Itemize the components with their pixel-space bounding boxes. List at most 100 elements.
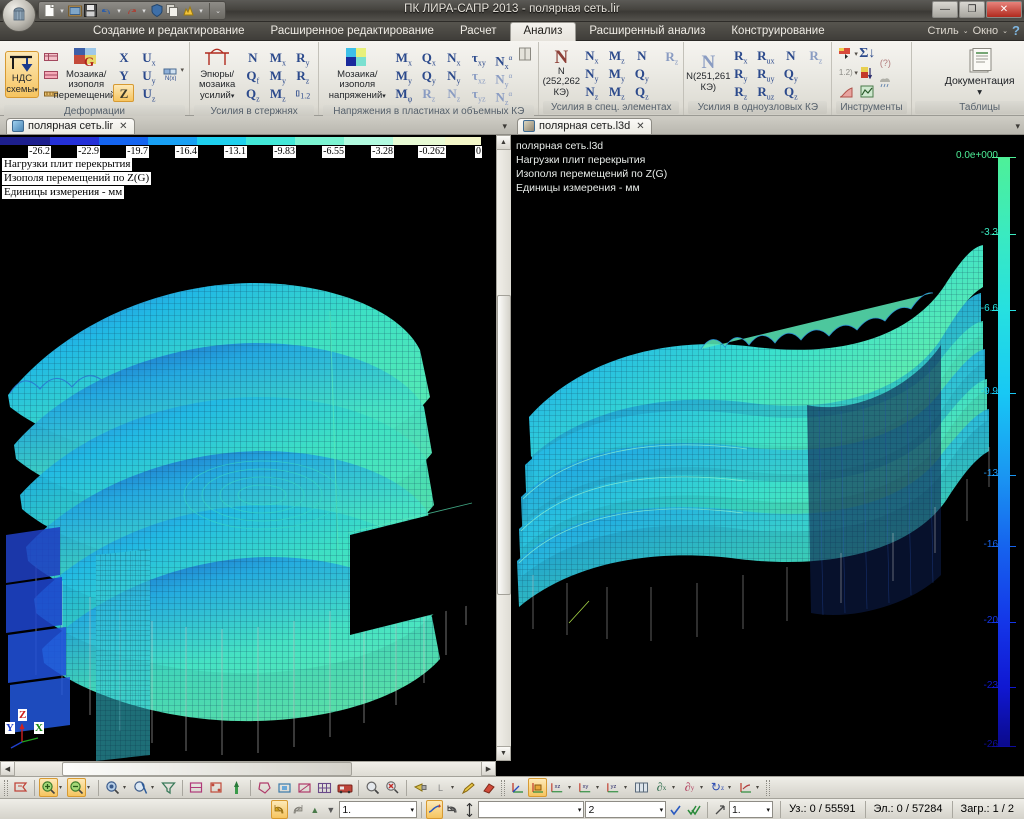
flag-caret-icon[interactable]: ▾ xyxy=(854,50,858,58)
redo-caret-icon[interactable]: ▾ xyxy=(140,7,148,15)
yz-caret-icon[interactable]: ▾ xyxy=(624,784,631,791)
sym-p-My[interactable]: My xyxy=(393,66,414,84)
sym-s-Qy[interactable]: Qy xyxy=(631,64,652,82)
undo-caret-icon[interactable]: ▾ xyxy=(115,7,123,15)
eraser-icon[interactable] xyxy=(479,778,498,797)
sym-p-Mx[interactable]: Mx xyxy=(393,48,414,66)
sym-Ry[interactable]: Ry xyxy=(292,48,313,66)
rotate-x-caret-icon[interactable]: ▾ xyxy=(672,784,679,791)
rotate-y-caret-icon[interactable]: ▾ xyxy=(700,784,707,791)
rotate-free-icon[interactable] xyxy=(736,778,755,797)
polygon-select-icon[interactable] xyxy=(255,778,274,797)
load-combination-combo[interactable]: 2 ▾ xyxy=(585,801,666,818)
close-button[interactable]: ✕ xyxy=(986,1,1022,18)
sym-s-My[interactable]: My xyxy=(606,64,627,82)
sym-Mx[interactable]: Mx xyxy=(267,48,288,66)
xy-caret-icon[interactable]: ▾ xyxy=(596,784,603,791)
doc-menu-caret-icon[interactable]: ▾ xyxy=(502,121,507,132)
toolbar-grip-2[interactable] xyxy=(501,780,505,796)
nx-table-icon[interactable]: N(x) xyxy=(162,66,179,83)
sym-y[interactable]: Y xyxy=(113,66,134,84)
scale-icon[interactable] xyxy=(462,800,477,819)
double-check-icon[interactable] xyxy=(685,800,703,819)
sym-s-Mz2[interactable]: Mz xyxy=(606,82,627,100)
vscroll-thumb[interactable] xyxy=(497,295,511,595)
sym-p-Ny[interactable]: Ny xyxy=(443,66,464,84)
sym-Qz[interactable]: Qz xyxy=(242,84,263,102)
deform-scale-combo[interactable]: ▾ xyxy=(478,801,585,818)
flag-pointer-icon[interactable] xyxy=(837,45,854,62)
sym-o-Ruz[interactable]: Ruz xyxy=(755,82,776,100)
rotate-y-icon[interactable]: ∂y xyxy=(680,778,699,797)
tab-rasshirennoe-redaktirovanie[interactable]: Расширенное редактирование xyxy=(258,23,447,40)
grid-icon[interactable] xyxy=(315,778,334,797)
viewport-lir[interactable]: -26.2 -22.9 -19.7 -16.4 -13.1 xyxy=(0,135,511,776)
plate-book-icon[interactable] xyxy=(517,45,533,62)
minimize-button[interactable]: — xyxy=(932,1,958,18)
single-node-forces-button[interactable]: N N(251,261 КЭ) xyxy=(689,51,727,95)
sym-p-Rz[interactable]: Rz xyxy=(418,84,439,102)
sym-z[interactable]: Z xyxy=(113,84,134,102)
mosaic-stress-button[interactable]: Мозаика/изополя напряжений▾ xyxy=(324,45,390,104)
combo2-caret-icon[interactable]: ▾ xyxy=(578,806,582,814)
sym-uz[interactable]: Uz xyxy=(138,84,159,102)
sym-x[interactable]: X xyxy=(113,48,134,66)
pencil-icon[interactable] xyxy=(459,778,478,797)
scroll-right-button[interactable]: ▶ xyxy=(481,761,496,776)
sigma-icon[interactable]: Σ↓ xyxy=(859,45,876,62)
sym-o-Rx[interactable]: Rx xyxy=(730,46,751,64)
sym-uy[interactable]: Uy xyxy=(138,66,159,84)
new-document-icon[interactable] xyxy=(42,3,57,18)
sym-My[interactable]: My xyxy=(267,66,288,84)
doc-tab-polyarnaya-set-lir[interactable]: полярная сеть.lir ✕ xyxy=(6,118,135,134)
chart-icon[interactable] xyxy=(837,83,854,100)
toolbar-grip[interactable] xyxy=(4,780,8,796)
rotate-z-caret-icon[interactable]: ▾ xyxy=(728,784,735,791)
window-menu[interactable]: Окно xyxy=(973,25,999,37)
maximize-button[interactable]: ❐ xyxy=(959,1,985,18)
redo-icon-loads[interactable] xyxy=(289,800,306,819)
sym-Qf[interactable]: Qf xyxy=(242,66,263,84)
close-icon[interactable]: ✕ xyxy=(119,121,127,132)
viewport-vscrollbar-left[interactable]: ▲ ▼ xyxy=(496,135,511,761)
combo1-caret-icon[interactable]: ▾ xyxy=(411,806,415,814)
zoom-out-icon[interactable] xyxy=(67,778,86,797)
sym-o-Qy[interactable]: Qy xyxy=(780,64,801,82)
step-down-icon[interactable]: ▼ xyxy=(323,800,338,819)
clear-select-icon[interactable] xyxy=(383,778,402,797)
pan-caret-icon[interactable]: ▾ xyxy=(151,784,158,791)
arrow-icon[interactable] xyxy=(712,800,728,819)
xz-plane-icon[interactable]: xz xyxy=(548,778,567,797)
table2-icon[interactable] xyxy=(42,66,59,83)
combo4-caret-icon[interactable]: ▾ xyxy=(767,806,771,814)
sym-ux[interactable]: Ux xyxy=(138,48,159,66)
hscroll-thumb[interactable] xyxy=(62,762,352,776)
help-icon[interactable]: ? xyxy=(1012,23,1020,38)
filter-icon[interactable] xyxy=(159,778,178,797)
sym-p-txy[interactable]: τxy xyxy=(468,48,489,66)
sym-s-Nz[interactable]: Nz xyxy=(581,82,602,100)
tab-sozdanie-i-redaktirovanie[interactable]: Создание и редактирование xyxy=(80,23,258,40)
scroll-down-button[interactable]: ▼ xyxy=(496,746,511,761)
documentation-button[interactable]: Документация ▾ xyxy=(941,46,1019,100)
result-factor-combo[interactable]: 1. ▾ xyxy=(729,801,773,818)
window-caret-icon[interactable]: ⌄ xyxy=(1002,27,1008,35)
tab-rasshirennyi-analiz[interactable]: Расширенный анализ xyxy=(576,23,718,40)
iso-view-icon[interactable] xyxy=(508,778,527,797)
xz-caret-icon[interactable]: ▾ xyxy=(568,784,575,791)
documentation-caret-icon[interactable]: ▾ xyxy=(977,88,982,98)
sym-o-Qz[interactable]: Qz xyxy=(780,82,801,100)
sym-Rz[interactable]: Rz xyxy=(292,66,313,84)
frame-select-icon[interactable] xyxy=(187,778,206,797)
sym-Mz[interactable]: Mz xyxy=(267,84,288,102)
viewport-hscrollbar-left[interactable]: ◀ ▶ xyxy=(0,761,496,776)
close-icon-right[interactable]: ✕ xyxy=(636,121,644,132)
render-icon[interactable] xyxy=(335,778,354,797)
copy-icon[interactable] xyxy=(165,3,180,18)
sym-s-N[interactable]: N xyxy=(631,46,652,64)
sym-p-Qy[interactable]: Qy xyxy=(418,66,439,84)
info-icon[interactable]: (?) xyxy=(877,55,894,72)
rotate-x-icon[interactable]: ∂x xyxy=(652,778,671,797)
reset-icon[interactable] xyxy=(444,800,461,819)
numbering-icon[interactable]: 1.2) xyxy=(837,64,854,81)
